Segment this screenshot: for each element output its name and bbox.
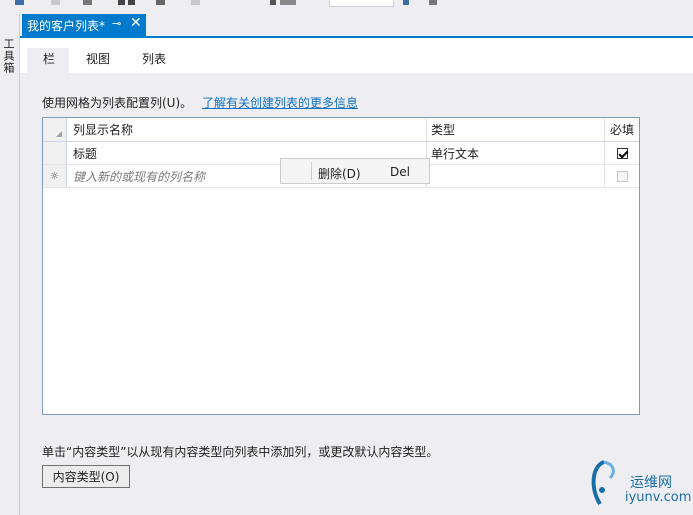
context-menu: 删除(D) Del	[280, 158, 430, 184]
toolbox-strip[interactable]: 工具箱	[0, 14, 19, 515]
row-selector[interactable]	[43, 142, 67, 164]
instruction-line: 使用网格为列表配置列(U)。 了解有关创建列表的更多信息	[42, 94, 358, 111]
row-column-type[interactable]: 单行文本	[427, 142, 605, 164]
watermark-en-text: iyunv.com	[625, 490, 692, 505]
new-required-checkbox[interactable]	[616, 170, 628, 182]
watermark-cn-text: 运维网	[630, 475, 672, 491]
tab-list[interactable]: 列表	[142, 50, 166, 67]
toolbar-icon[interactable]	[118, 0, 138, 6]
menu-item-delete[interactable]: 删除(D)	[318, 165, 361, 182]
pin-icon[interactable]: ⊸	[112, 17, 121, 30]
toolbar-combo[interactable]	[329, 0, 394, 7]
toolbar-icon[interactable]	[14, 0, 26, 6]
menu-item-delete-shortcut: Del	[390, 165, 410, 179]
toolbar-icon[interactable]	[190, 0, 202, 6]
top-toolbar	[0, 0, 693, 14]
content-types-button[interactable]: 内容类型(O)	[42, 465, 130, 488]
toolbar-icon[interactable]	[270, 0, 300, 6]
header-column-required[interactable]: 必填	[605, 118, 639, 141]
document-tab[interactable]: 我的客户列表* ⊸ ✕	[22, 14, 146, 36]
context-menu-icon-gutter	[311, 162, 312, 180]
instruction-text: 使用网格为列表配置列(U)。	[42, 96, 193, 110]
content-type-hint: 单击“内容类型”以从现有内容类型向列表中添加列，或更改默认内容类型。	[42, 445, 439, 459]
subtab-bar	[20, 38, 693, 73]
required-checkbox[interactable]	[616, 147, 628, 159]
toolbar-icon[interactable]	[82, 0, 94, 6]
toolbar-icon[interactable]	[50, 0, 62, 6]
toolbar-icon[interactable]	[155, 0, 167, 6]
header-column-type[interactable]: 类型	[427, 118, 605, 141]
row-required-cell	[605, 142, 639, 164]
new-required-cell	[605, 165, 639, 187]
tab-columns[interactable]: 栏	[43, 50, 55, 67]
toolbox-label[interactable]: 工具箱	[2, 38, 16, 74]
learn-more-link[interactable]: 了解有关创建列表的更多信息	[202, 96, 358, 110]
grid-header-row: 列显示名称 类型 必填	[43, 118, 639, 142]
header-column-name[interactable]: 列显示名称	[67, 118, 427, 141]
new-row-star-icon: ☼	[50, 170, 59, 182]
new-column-placeholder: 键入新的或现有的列名称	[73, 169, 206, 184]
new-column-type[interactable]	[427, 165, 605, 187]
tab-views[interactable]: 视图	[86, 50, 110, 67]
toolbar-icon[interactable]	[403, 0, 443, 6]
close-icon[interactable]: ✕	[130, 15, 142, 31]
new-row-selector[interactable]: ☼	[43, 165, 67, 187]
watermark-logo-icon	[591, 460, 615, 506]
corner-triangle-icon	[55, 130, 62, 137]
document-tab-title: 我的客户列表*	[27, 18, 106, 33]
select-all-corner[interactable]	[43, 118, 67, 141]
